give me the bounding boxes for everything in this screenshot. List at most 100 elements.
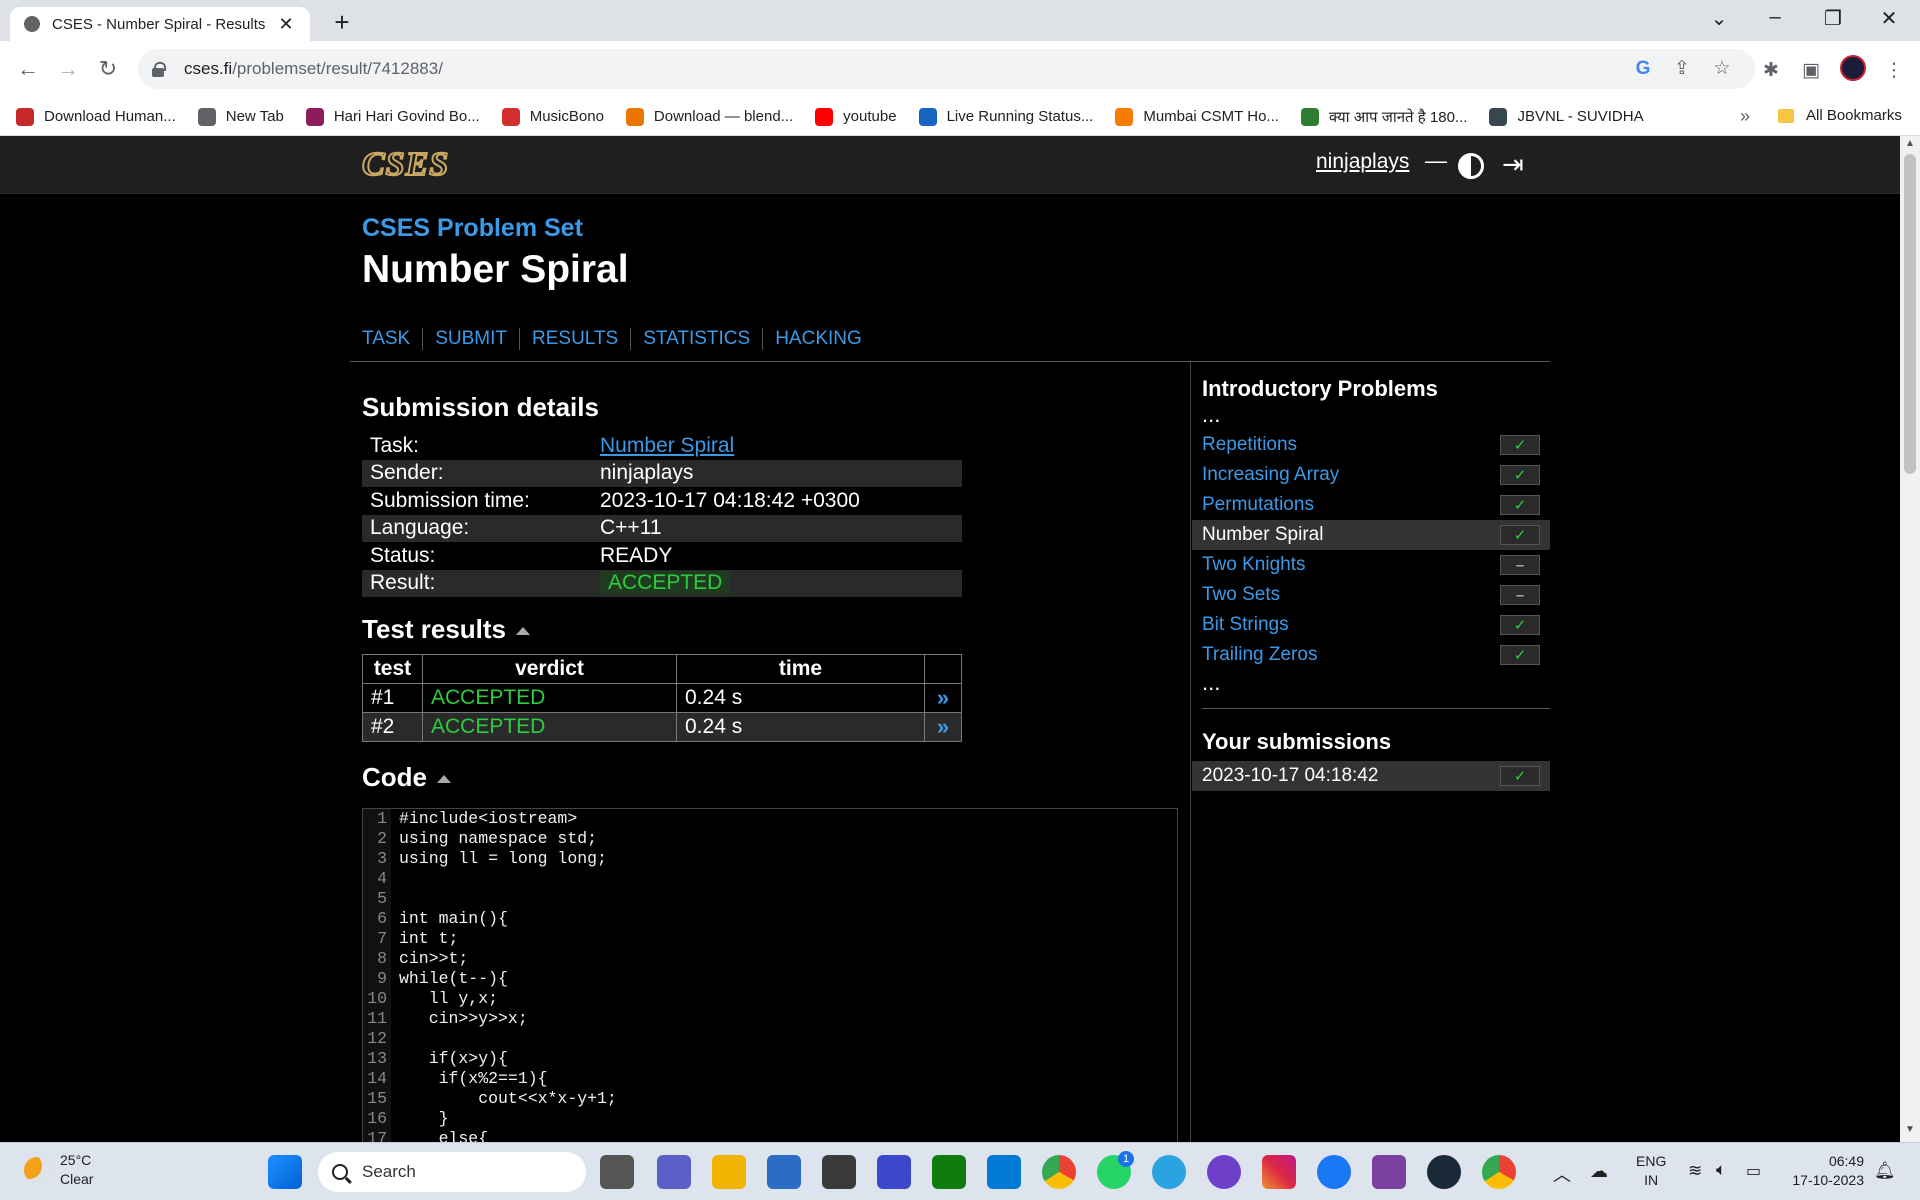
clapper-icon[interactable]	[1372, 1155, 1406, 1189]
collapse-caret-icon[interactable]	[437, 775, 451, 784]
tab-results[interactable]: RESULTS	[519, 328, 630, 350]
sidebar-item-two-sets[interactable]: Two Sets –	[1202, 580, 1550, 610]
file-explorer-icon[interactable]	[712, 1155, 746, 1189]
sidebar-item-two-knights[interactable]: Two Knights –	[1202, 550, 1550, 580]
test-results-heading[interactable]: Test results	[362, 614, 531, 645]
logout-icon[interactable]: ⇥	[1502, 149, 1524, 180]
steam-icon[interactable]	[1427, 1155, 1461, 1189]
clock[interactable]: 06:49 17-10-2023	[1784, 1152, 1864, 1190]
taskbar-search-box[interactable]: Search	[318, 1152, 586, 1192]
new-tab-button[interactable]: +	[326, 8, 358, 38]
tab-task[interactable]: TASK	[362, 328, 422, 350]
bookmarks-overflow-icon[interactable]: »	[1740, 106, 1750, 127]
cses-logo[interactable]: CSES	[361, 145, 449, 184]
browser-tab-active[interactable]: CSES - Number Spiral - Results ✕	[10, 7, 310, 41]
pen-app-icon[interactable]	[877, 1155, 911, 1189]
sidebar-item-repetitions[interactable]: Repetitions ✓	[1202, 430, 1550, 460]
language-indicator[interactable]: ENG IN	[1636, 1152, 1666, 1190]
bookmark-item[interactable]: Live Running Status...	[918, 107, 1093, 126]
all-bookmarks-button[interactable]: All Bookmarks	[1778, 107, 1902, 124]
tab-search-chevron-icon[interactable]: ⌄	[1696, 6, 1742, 31]
theme-toggle-icon[interactable]	[1458, 153, 1484, 179]
chat-icon[interactable]	[657, 1155, 691, 1189]
submission-entry[interactable]: 2023-10-17 04:18:42 ✓	[1192, 761, 1550, 791]
extensions-puzzle-icon[interactable]: ✱	[1757, 57, 1785, 85]
sidebar-item-label[interactable]: Bit Strings	[1202, 614, 1289, 636]
github-icon[interactable]	[1207, 1155, 1241, 1189]
task-view-icon[interactable]	[600, 1155, 634, 1189]
code-viewer[interactable]: 1 #include<iostream> 2 using namespace std;…	[362, 808, 1178, 1142]
username-link[interactable]: ninjaplays	[1316, 150, 1409, 174]
volume-icon[interactable]: 🔈︎	[1716, 1160, 1726, 1180]
code-heading[interactable]: Code	[362, 762, 451, 793]
sidebar-item-label[interactable]: Two Sets	[1202, 584, 1280, 606]
collapse-caret-icon[interactable]	[516, 627, 531, 636]
chrome-icon[interactable]	[1042, 1155, 1076, 1189]
onedrive-icon[interactable]: ☁	[1590, 1161, 1608, 1182]
side-panel-icon[interactable]: ▣	[1797, 57, 1825, 85]
scrollbar-thumb[interactable]	[1904, 154, 1916, 474]
bookmark-item[interactable]: New Tab	[197, 107, 284, 126]
vscode-icon[interactable]	[987, 1155, 1021, 1189]
profile-avatar[interactable]	[1840, 55, 1866, 81]
forward-arrow-icon[interactable]: →	[52, 53, 84, 85]
wifi-icon[interactable]: ≋	[1688, 1161, 1702, 1181]
sidebar-item-bit-strings[interactable]: Bit Strings ✓	[1202, 610, 1550, 640]
back-arrow-icon[interactable]: ←	[12, 53, 44, 85]
problemset-title[interactable]: CSES Problem Set	[362, 214, 583, 243]
scroll-down-arrow-icon[interactable]: ▼	[1900, 1124, 1920, 1135]
battery-icon[interactable]: ▭	[1746, 1161, 1761, 1181]
facebook-icon[interactable]	[1317, 1155, 1351, 1189]
tab-close-icon[interactable]: ✕	[276, 14, 296, 35]
close-window-button[interactable]: ✕	[1866, 6, 1912, 31]
xbox-icon[interactable]	[932, 1155, 966, 1189]
tab-statistics[interactable]: STATISTICS	[630, 328, 762, 350]
maximize-button[interactable]: ❐	[1810, 6, 1856, 31]
minimize-button[interactable]: –	[1752, 6, 1798, 29]
submission-time-link[interactable]: 2023-10-17 04:18:42	[1202, 765, 1378, 787]
sidebar-item-trailing-zeros[interactable]: Trailing Zeros ✓	[1202, 640, 1550, 670]
sidebar-item-number-spiral[interactable]: Number Spiral ✓	[1192, 520, 1550, 550]
bookmark-favicon-icon	[197, 107, 216, 126]
microsoft-store-icon[interactable]	[767, 1155, 801, 1189]
bookmark-item[interactable]: youtube	[815, 107, 897, 126]
windows-start-icon[interactable]	[268, 1155, 302, 1189]
google-lens-icon[interactable]: G	[1629, 55, 1657, 83]
tab-hacking[interactable]: HACKING	[762, 328, 874, 350]
bookmark-item[interactable]: MusicBono	[501, 107, 604, 126]
bookmark-star-icon[interactable]: ☆	[1708, 55, 1736, 83]
view-test-details-icon[interactable]: »	[937, 685, 949, 710]
chrome-active-icon[interactable]	[1482, 1155, 1516, 1189]
lock-icon[interactable]	[152, 62, 166, 77]
sidebar-item-label[interactable]: Increasing Array	[1202, 464, 1339, 486]
sidebar-item-label[interactable]: Number Spiral	[1202, 524, 1323, 546]
unity-icon[interactable]	[822, 1155, 856, 1189]
bookmark-item[interactable]: Download — blend...	[625, 107, 793, 126]
tray-overflow-chevron-icon[interactable]: ︿	[1553, 1161, 1571, 1187]
sidebar-item-label[interactable]: Permutations	[1202, 494, 1314, 516]
bookmark-item[interactable]: Hari Hari Govind Bo...	[305, 107, 480, 126]
share-icon[interactable]: ⇪	[1668, 55, 1696, 83]
notification-bell-icon[interactable]: 🔔︎	[1874, 1161, 1896, 1181]
code-line: 16 }	[363, 1109, 1177, 1129]
sidebar-item-increasing-array[interactable]: Increasing Array ✓	[1202, 460, 1550, 490]
bookmark-item[interactable]: JBVNL - SUVIDHA	[1489, 107, 1644, 126]
sidebar-item-permutations[interactable]: Permutations ✓	[1202, 490, 1550, 520]
task-link[interactable]: Number Spiral	[600, 434, 734, 457]
bookmark-item[interactable]: Download Human...	[16, 107, 176, 126]
sidebar-item-label[interactable]: Two Knights	[1202, 554, 1306, 576]
telegram-icon[interactable]	[1152, 1155, 1186, 1189]
page-scrollbar[interactable]: ▲ ▼	[1900, 136, 1920, 1142]
address-bar[interactable]: cses.fi/problemset/result/7412883/	[138, 49, 1755, 89]
view-test-details-icon[interactable]: »	[937, 714, 949, 739]
reload-icon[interactable]: ↻	[92, 53, 124, 85]
weather-widget[interactable]: 25°C Clear	[24, 1151, 93, 1189]
tab-submit[interactable]: SUBMIT	[422, 328, 519, 350]
bookmark-item[interactable]: क्या आप जानते है 180...	[1300, 107, 1467, 127]
scroll-up-arrow-icon[interactable]: ▲	[1900, 138, 1920, 149]
sidebar-item-label[interactable]: Repetitions	[1202, 434, 1297, 456]
chrome-menu-icon[interactable]: ⋮	[1880, 57, 1908, 85]
bookmark-item[interactable]: Mumbai CSMT Ho...	[1115, 107, 1279, 126]
instagram-icon[interactable]	[1262, 1155, 1296, 1189]
sidebar-item-label[interactable]: Trailing Zeros	[1202, 644, 1317, 666]
